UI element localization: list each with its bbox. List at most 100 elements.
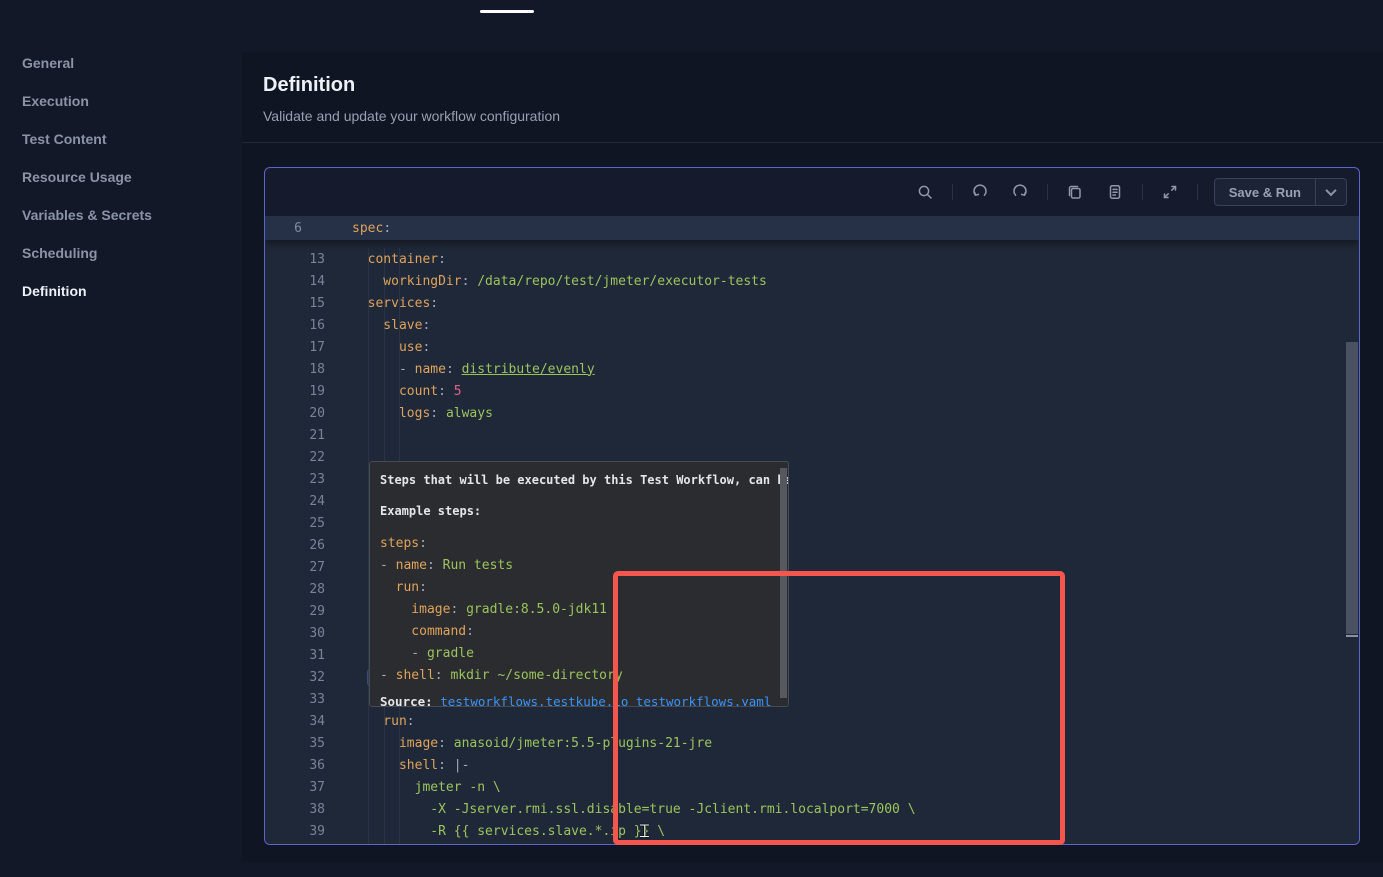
code-line[interactable]: 34 run: [265,710,1359,732]
code-line[interactable]: 35 image: anasoid/jmeter:5.5-plugins-21-… [265,732,1359,754]
code-line[interactable]: 17 use: [265,336,1359,358]
yaml-token: : [430,296,438,311]
yaml-token: run [380,580,419,595]
yaml-token: services [352,296,430,311]
yaml-token: gradle:8.5.0-jdk11 [466,602,607,617]
tooltip-source-line: Source: testworkflows.testkube.io_testwo… [380,694,778,707]
toolbar-separator [952,184,953,200]
yaml-token: Run tests [443,558,513,573]
line-number: 30 [265,626,352,641]
hover-tooltip: Steps that will be executed by this Test… [369,461,789,707]
document-icon[interactable] [1102,179,1128,205]
code-line[interactable]: 36 shell: |- [265,754,1359,776]
yaml-token: : [422,340,430,355]
tooltip-heading: Steps that will be executed by this Test… [380,473,778,487]
undo-icon[interactable] [967,179,993,205]
chevron-down-icon[interactable] [1316,188,1346,196]
sidebar-item-general[interactable]: General [22,55,74,73]
sticky-line-content: spec: [352,221,391,236]
code-line[interactable]: 38 -X -Jserver.rmi.ssl.disable=true -Jcl… [265,798,1359,820]
yaml-token: - [380,668,396,683]
page-title: Definition [263,74,355,97]
yaml-token: : [427,558,443,573]
yaml-token: container [352,252,438,267]
line-number: 31 [265,648,352,663]
line-number: 13 [265,252,352,267]
code-line[interactable]: 40 -t jmeter-executor-smoke.jmx [265,842,1359,844]
code-line[interactable]: 14 workingDir: /data/repo/test/jmeter/ex… [265,270,1359,292]
line-number: 36 [265,758,352,773]
line-number: 15 [265,296,352,311]
line-number: 34 [265,714,352,729]
code-area[interactable]: 6 spec: 13 container:14 workingDir: /dat… [265,216,1359,844]
expand-icon[interactable] [1157,179,1183,205]
line-number: 25 [265,516,352,531]
code-line[interactable]: 15 services: [265,292,1359,314]
tooltip-code-line: command: [380,620,778,642]
yaml-token: -R {{ services.slave.*.ip }} \ [352,824,665,839]
line-number: 22 [265,450,352,465]
code-line[interactable]: 37 jmeter -n \ [265,776,1359,798]
redo-icon[interactable] [1007,179,1033,205]
yaml-token: : [419,536,427,551]
line-number: 14 [265,274,352,289]
yaml-token: 5 [454,384,462,399]
tooltip-scrollbar-thumb[interactable] [780,468,787,698]
sidebar-item-resource-usage[interactable]: Resource Usage [22,169,132,187]
editor-toolbar: Save & Run [265,168,1359,216]
sidebar-item-definition[interactable]: Definition [22,283,87,301]
tooltip-code-line: image: gradle:8.5.0-jdk11 [380,598,778,620]
yaml-token: - [352,362,415,377]
code-line[interactable]: 13 container: [265,248,1359,270]
line-number: 18 [265,362,352,377]
line-number: 21 [265,428,352,443]
yaml-token: logs [352,406,430,421]
code-line[interactable]: 16 slave: [265,314,1359,336]
yaml-token: : [419,580,427,595]
yaml-token [352,670,368,685]
copy-icon[interactable] [1062,179,1088,205]
line-number: 38 [265,802,352,817]
line-number: 27 [265,560,352,575]
line-number: 6 [265,221,352,236]
tooltip-example-label: Example steps: [380,504,778,518]
yaml-token: |- [454,758,470,773]
search-icon[interactable] [912,179,938,205]
code-line[interactable]: 21 [265,424,1359,446]
code-line[interactable]: 20 logs: always [265,402,1359,424]
definition-panel: Definition Validate and update your work… [242,52,1383,862]
sidebar-item-variables-secrets[interactable]: Variables & Secrets [22,207,152,225]
line-number: 33 [265,692,352,707]
editor-scrollbar-thumb[interactable] [1346,342,1358,634]
yaml-token: : [383,221,391,236]
save-and-run-button[interactable]: Save & Run [1214,178,1347,206]
sidebar-item-scheduling[interactable]: Scheduling [22,245,97,263]
toolbar-separator [1142,184,1143,200]
scrollbar-decoration [1346,635,1358,637]
line-number: 32 [265,670,352,685]
yaml-token: gradle [427,646,474,661]
yaml-token: : [438,736,454,751]
tooltip-code-block: steps:- name: Run tests run: image: grad… [380,532,778,686]
yaml-token: - [380,558,396,573]
code-line[interactable]: 18 - name: distribute/evenly [265,358,1359,380]
line-number: 39 [265,824,352,839]
tooltip-code-line: - gradle [380,642,778,664]
code-line[interactable]: 39 -R {{ services.slave.*.ip }} \ [265,820,1359,842]
yaml-token: anasoid/jmeter:5.5-plugins-21-jre [454,736,712,751]
source-label: Source: [380,694,433,707]
line-number: 35 [265,736,352,751]
yaml-token: spec [352,221,383,236]
sticky-scroll-line[interactable]: 6 spec: [265,216,1359,240]
yaml-token: command [380,624,466,639]
yaml-link[interactable]: distribute/evenly [462,362,595,377]
yaml-token: shell [396,668,435,683]
yaml-token: : [430,406,446,421]
code-line[interactable]: 19 count: 5 [265,380,1359,402]
tooltip-code-line: run: [380,576,778,598]
sidebar-item-test-content[interactable]: Test Content [22,131,107,149]
sidebar-item-execution[interactable]: Execution [22,93,89,111]
source-link[interactable]: testworkflows.testkube.io_testworkflows.… [440,694,771,707]
line-number: 29 [265,604,352,619]
yaml-editor[interactable]: Save & Run 6 spec: 13 container:14 worki… [264,167,1360,845]
